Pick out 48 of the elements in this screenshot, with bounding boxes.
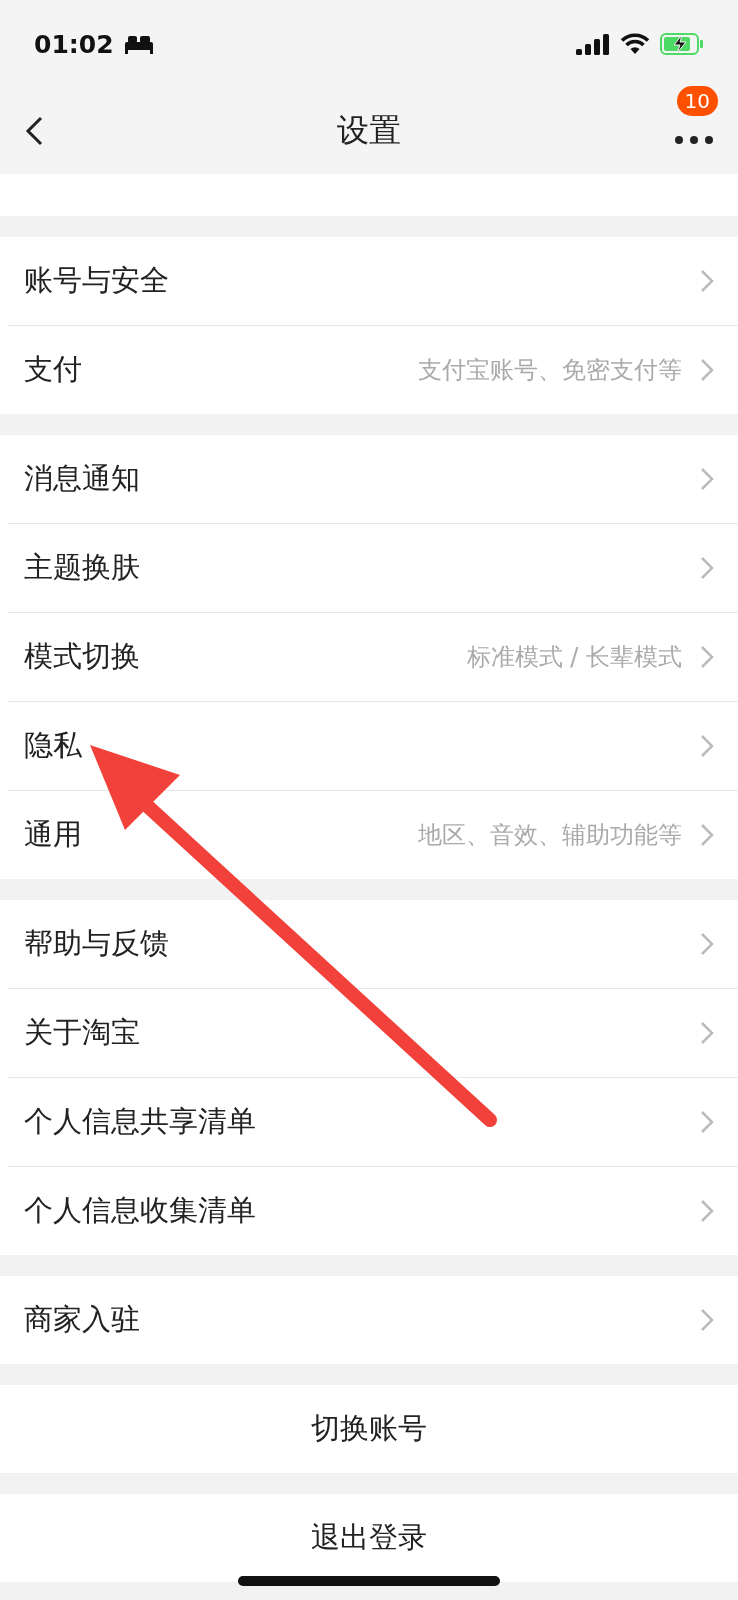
chevron-icon [700, 269, 714, 293]
status-time: 01:02 [34, 29, 114, 59]
bed-icon [123, 34, 154, 54]
row-label: 商家入驻 [24, 1301, 141, 1338]
signal-icon [576, 33, 610, 55]
chevron-icon [700, 645, 714, 669]
row-detail: 地区、音效、辅助功能等 [418, 820, 682, 851]
settings-row[interactable]: 个人信息共享清单 [8, 1077, 738, 1166]
row-detail: 标准模式 / 长辈模式 [466, 642, 682, 673]
page-title: 设置 [337, 110, 401, 151]
chevron-icon [700, 1199, 714, 1223]
settings-row[interactable]: 主题换肤 [8, 523, 738, 612]
wifi-icon [620, 33, 650, 55]
chevron-icon [700, 932, 714, 956]
row-label: 账号与安全 [24, 262, 170, 299]
chevron-icon [700, 734, 714, 758]
row-label: 主题换肤 [24, 549, 141, 586]
more-icon[interactable] [674, 135, 714, 145]
settings-row[interactable]: 支付 支付宝账号、免密支付等 [8, 325, 738, 414]
notification-badge: 10 [676, 86, 718, 116]
row-label: 隐私 [24, 727, 83, 764]
action-button[interactable]: 退出登录 [0, 1494, 738, 1582]
chevron-icon [700, 556, 714, 580]
settings-row[interactable]: 帮助与反馈 [0, 900, 738, 988]
chevron-icon [700, 823, 714, 847]
row-label: 关于淘宝 [24, 1014, 141, 1051]
row-label: 消息通知 [24, 460, 141, 497]
settings-row[interactable]: 模式切换 标准模式 / 长辈模式 [8, 612, 738, 701]
back-icon[interactable] [24, 115, 44, 147]
row-label: 个人信息收集清单 [24, 1192, 257, 1229]
settings-row[interactable]: 商家入驻 [0, 1276, 738, 1364]
settings-row[interactable]: 账号与安全 [0, 237, 738, 325]
chevron-icon [700, 1021, 714, 1045]
settings-row[interactable]: 消息通知 [0, 435, 738, 523]
row-label: 帮助与反馈 [24, 925, 170, 962]
row-label: 个人信息共享清单 [24, 1103, 257, 1140]
settings-row[interactable]: 关于淘宝 [8, 988, 738, 1077]
settings-row[interactable]: 个人信息收集清单 [8, 1166, 738, 1255]
action-button[interactable]: 切换账号 [0, 1385, 738, 1473]
chevron-icon [700, 1110, 714, 1134]
chevron-icon [700, 1308, 714, 1332]
row-label: 通用 [24, 816, 83, 853]
row-label: 支付 [24, 351, 83, 388]
chevron-icon [700, 358, 714, 382]
row-detail: 支付宝账号、免密支付等 [418, 355, 682, 386]
battery-charging-icon [660, 33, 704, 55]
chevron-icon [700, 467, 714, 491]
row-label: 模式切换 [24, 638, 141, 675]
